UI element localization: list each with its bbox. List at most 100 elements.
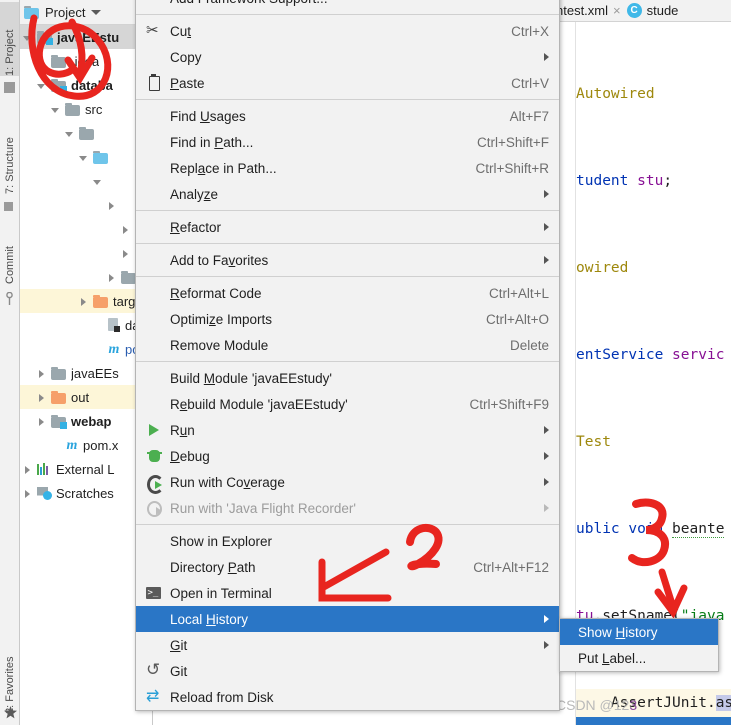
terminal-icon bbox=[146, 585, 162, 601]
stripe-tab-favorites[interactable]: 2: Favorites bbox=[0, 632, 19, 714]
tree-row[interactable] bbox=[20, 217, 152, 241]
submenu-item-show-history[interactable]: Show History bbox=[560, 619, 718, 645]
chevron-right-icon[interactable] bbox=[36, 392, 47, 403]
tool-window-stripe: 1: Project 7: Structure Commit 2: Favori… bbox=[0, 0, 20, 725]
submenu-item-put-label[interactable]: Put Label... bbox=[560, 645, 718, 671]
chevron-right-icon[interactable] bbox=[120, 224, 131, 235]
coverage-icon bbox=[146, 474, 164, 494]
menu-item-rebuild-module[interactable]: Rebuild Module 'javaEEstudy' Ctrl+Shift+… bbox=[136, 391, 559, 417]
project-tool-window: Project javaEEstu .idea databa src targ … bbox=[20, 0, 153, 725]
chevron-down-icon[interactable] bbox=[22, 32, 33, 43]
reload-icon bbox=[146, 663, 162, 679]
chevron-right-icon[interactable] bbox=[106, 200, 117, 211]
tree-row[interactable]: t bbox=[20, 265, 152, 289]
tree-row-src[interactable]: src bbox=[20, 97, 152, 121]
tree-row-scratches[interactable]: Scratches bbox=[20, 481, 152, 505]
menu-item-run[interactable]: Run bbox=[136, 417, 559, 443]
menu-item-remove-module[interactable]: Remove Module Delete bbox=[136, 332, 559, 358]
chevron-down-icon[interactable] bbox=[64, 128, 75, 139]
tree-row-idea[interactable]: .idea bbox=[20, 49, 152, 73]
menu-separator bbox=[136, 99, 559, 100]
menu-item-local-history[interactable]: Local History bbox=[136, 606, 559, 632]
watermark-suffix: 3 bbox=[629, 697, 638, 713]
tree-label: javaEEstu bbox=[57, 29, 120, 45]
chevron-right-icon bbox=[544, 256, 549, 264]
tree-row-target[interactable]: targ bbox=[20, 289, 152, 313]
editor-tab-xml[interactable]: ntest.xml × bbox=[556, 3, 621, 18]
folder-orange-icon bbox=[93, 294, 109, 308]
file-icon bbox=[107, 318, 121, 332]
no-chevron-icon bbox=[92, 320, 103, 331]
chevron-down-icon[interactable] bbox=[78, 152, 89, 163]
menu-item-find-usages[interactable]: Find Usages Alt+F7 bbox=[136, 103, 559, 129]
menu-item-replace-in-path[interactable]: Replace in Path... Ctrl+Shift+R bbox=[136, 155, 559, 181]
chevron-down-icon[interactable] bbox=[36, 80, 47, 91]
context-menu[interactable]: Add Framework Support... Cut Ctrl+X Copy… bbox=[135, 0, 560, 711]
menu-separator bbox=[136, 210, 559, 211]
tree-row-database[interactable]: databa bbox=[20, 73, 152, 97]
tree-row-pom[interactable]: m por bbox=[20, 337, 152, 361]
menu-item-copy[interactable]: Copy bbox=[136, 44, 559, 70]
menu-item-find-in-path[interactable]: Find in Path... Ctrl+Shift+F bbox=[136, 129, 559, 155]
menu-item-optimize-imports[interactable]: Optimize Imports Ctrl+Alt+O bbox=[136, 306, 559, 332]
menu-item-label: Copy bbox=[170, 49, 202, 65]
folder-icon bbox=[51, 366, 67, 380]
menu-item-cut[interactable]: Cut Ctrl+X bbox=[136, 18, 559, 44]
tree-row[interactable] bbox=[20, 193, 152, 217]
project-tree[interactable]: javaEEstu .idea databa src targ m javaEE… bbox=[20, 25, 152, 505]
tree-row-javaEEstudy2[interactable]: javaEEs bbox=[20, 361, 152, 385]
chevron-right-icon[interactable] bbox=[36, 56, 47, 67]
tree-row-external-libraries[interactable]: External L bbox=[20, 457, 152, 481]
menu-item-analyze[interactable]: Analyze bbox=[136, 181, 559, 207]
chevron-right-icon[interactable] bbox=[22, 488, 33, 499]
menu-item-directory-path[interactable]: Directory Path Ctrl+Alt+F12 bbox=[136, 554, 559, 580]
local-history-submenu[interactable]: Show History Put Label... bbox=[559, 618, 719, 672]
code-line: Test bbox=[576, 434, 611, 450]
tree-row[interactable] bbox=[20, 145, 152, 169]
menu-item-open-in-terminal[interactable]: Open in Terminal bbox=[136, 580, 559, 606]
menu-item-add-to-favorites[interactable]: Add to Favorites bbox=[136, 247, 559, 273]
project-panel-header[interactable]: Project bbox=[20, 0, 152, 25]
chevron-down-icon[interactable] bbox=[92, 176, 103, 187]
menu-item-run-with-coverage[interactable]: Run with Coverage bbox=[136, 469, 559, 495]
menu-item-label: Add to Favorites bbox=[170, 252, 269, 268]
project-structure-glyph-icon bbox=[4, 82, 15, 93]
menu-item-compare-with[interactable]: Reload from Disk bbox=[136, 684, 559, 710]
menu-item-reformat-code[interactable]: Reformat Code Ctrl+Alt+L bbox=[136, 280, 559, 306]
tree-row-out[interactable]: out bbox=[20, 385, 152, 409]
menu-item-refactor[interactable]: Refactor bbox=[136, 214, 559, 240]
menu-item-reload-from-disk[interactable]: Git bbox=[136, 658, 559, 684]
stripe-tab-structure[interactable]: 7: Structure bbox=[0, 104, 19, 194]
chevron-right-icon[interactable] bbox=[22, 464, 33, 475]
tree-row-javaEEstudy[interactable]: javaEEstu bbox=[20, 25, 152, 49]
tree-row-pom-xml[interactable]: m pom.x bbox=[20, 433, 152, 457]
menu-item-label: Remove Module bbox=[170, 337, 269, 353]
chevron-right-icon[interactable] bbox=[36, 368, 47, 379]
menu-item-show-in-explorer[interactable]: Show in Explorer bbox=[136, 528, 559, 554]
chevron-right-icon[interactable] bbox=[36, 416, 47, 427]
chevron-right-icon[interactable] bbox=[106, 272, 117, 283]
tree-row-webapp[interactable]: webap bbox=[20, 409, 152, 433]
menu-item-add-framework-support[interactable]: Add Framework Support... bbox=[136, 0, 559, 11]
menu-item-build-module[interactable]: Build Module 'javaEEstudy' bbox=[136, 365, 559, 391]
stripe-tab-project[interactable]: 1: Project bbox=[0, 2, 19, 76]
tree-row[interactable] bbox=[20, 169, 152, 193]
chevron-down-icon[interactable] bbox=[90, 6, 102, 18]
editor-tab-label: stude bbox=[646, 3, 679, 18]
chevron-right-icon bbox=[544, 504, 549, 512]
menu-item-paste[interactable]: Paste Ctrl+V bbox=[136, 70, 559, 96]
stripe-tab-commit[interactable]: Commit bbox=[0, 222, 19, 284]
chevron-down-icon[interactable] bbox=[50, 104, 61, 115]
tree-row[interactable] bbox=[20, 121, 152, 145]
chevron-right-icon[interactable] bbox=[120, 248, 131, 259]
menu-item-debug[interactable]: Debug bbox=[136, 443, 559, 469]
tree-row[interactable] bbox=[20, 241, 152, 265]
chevron-right-icon bbox=[544, 190, 549, 198]
editor-tab-class[interactable]: C stude bbox=[626, 3, 679, 18]
chevron-right-icon[interactable] bbox=[78, 296, 89, 307]
menu-item-git[interactable]: Git bbox=[136, 632, 559, 658]
tree-row-datasource[interactable]: dat bbox=[20, 313, 152, 337]
debug-icon bbox=[146, 448, 162, 464]
close-icon[interactable]: × bbox=[613, 3, 621, 18]
tree-label: javaEEs bbox=[71, 365, 119, 381]
